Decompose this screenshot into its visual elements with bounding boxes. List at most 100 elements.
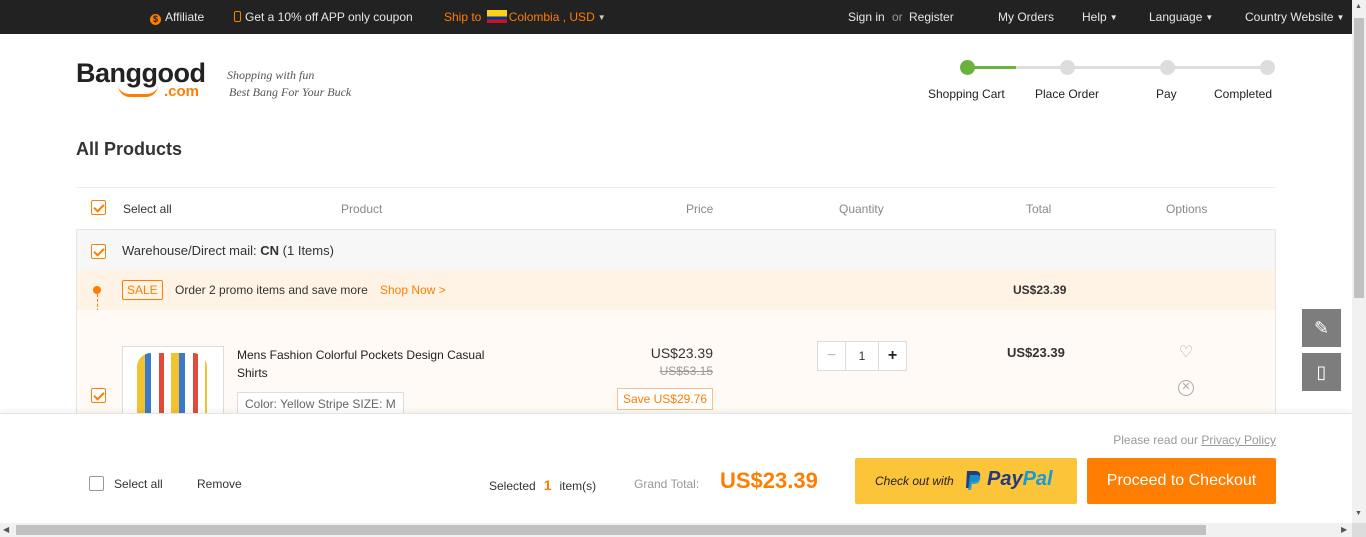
vertical-scrollbar-thumb[interactable] bbox=[1354, 18, 1364, 298]
grand-total-label: Grand Total: bbox=[634, 477, 700, 491]
checkout-bottom-bar: Please read our Privacy Policy Select al… bbox=[0, 413, 1352, 523]
step-label-completed: Completed bbox=[1214, 87, 1273, 101]
sale-badge: SALE bbox=[122, 280, 163, 300]
heart-icon[interactable]: ♡ bbox=[1177, 344, 1195, 362]
logo-domain: .com bbox=[164, 83, 200, 100]
privacy-prefix: Please read our bbox=[1113, 433, 1198, 447]
privacy-notice: Please read our Privacy Policy bbox=[1113, 433, 1276, 447]
selected-count-text: Selected 1 item(s) bbox=[489, 477, 596, 493]
column-price: Price bbox=[686, 202, 714, 216]
step-label-pay: Pay bbox=[1156, 87, 1177, 101]
warehouse-title: Warehouse/Direct mail: CN (1 Items) bbox=[122, 243, 334, 258]
step-dot-place-order bbox=[1060, 60, 1075, 75]
item-checkbox[interactable] bbox=[91, 388, 106, 403]
increase-quantity-button[interactable]: + bbox=[878, 342, 906, 370]
step-dot-completed bbox=[1260, 60, 1275, 75]
ship-to-selector[interactable]: Ship to Colombia , USD ▼ bbox=[444, 10, 606, 24]
vertical-scrollbar[interactable]: ▲ ▼ bbox=[1352, 0, 1366, 523]
or-separator: or bbox=[892, 10, 903, 24]
affiliate-link[interactable]: $ Affiliate bbox=[150, 10, 204, 25]
promo-amount: US$23.39 bbox=[1013, 283, 1067, 297]
promo-text: Order 2 promo items and save more bbox=[175, 283, 368, 297]
caret-down-icon: ▼ bbox=[1336, 13, 1345, 22]
promo-row: SALE Order 2 promo items and save more S… bbox=[77, 270, 1275, 310]
scroll-left-arrow-icon[interactable]: ◀ bbox=[3, 525, 9, 534]
warehouse-count: (1 Items) bbox=[282, 243, 334, 258]
column-options: Options bbox=[1166, 202, 1208, 216]
mobile-app-button[interactable]: ▯ bbox=[1302, 353, 1341, 391]
progress-line-active bbox=[968, 66, 1016, 69]
item-price: US$23.39 bbox=[650, 345, 713, 361]
sign-in-link[interactable]: Sign in bbox=[848, 10, 885, 24]
cart-item-row: Mens Fashion Colorful Pockets Design Cas… bbox=[77, 310, 1275, 426]
warehouse-label: Warehouse/Direct mail: bbox=[122, 243, 257, 258]
colombia-flag-icon bbox=[486, 10, 507, 23]
horizontal-scrollbar[interactable]: ◀ ▶ bbox=[0, 523, 1352, 537]
close-circle-icon[interactable]: ✕ bbox=[1178, 380, 1194, 396]
checkout-progress: Shopping Cart Place Order Pay Completed bbox=[925, 58, 1285, 108]
promo-dot-icon bbox=[93, 286, 101, 294]
caret-down-icon: ▼ bbox=[597, 13, 606, 22]
proceed-to-checkout-button[interactable]: Proceed to Checkout bbox=[1087, 458, 1276, 504]
tagline-line-2: Best Bang For Your Buck bbox=[229, 85, 352, 99]
paypal-word-pay: Pay bbox=[987, 468, 1023, 490]
select-all-checkbox[interactable] bbox=[91, 200, 106, 215]
paypal-icon bbox=[966, 471, 981, 490]
shop-now-link[interactable]: Shop Now > bbox=[380, 283, 446, 297]
selected-label: Selected bbox=[489, 479, 536, 493]
help-menu[interactable]: Help ▼ bbox=[1082, 10, 1118, 24]
feedback-button[interactable]: ✎ bbox=[1302, 309, 1341, 347]
select-all-label: Select all bbox=[123, 202, 172, 216]
caret-down-icon: ▼ bbox=[1205, 13, 1214, 22]
country-website-label: Country Website bbox=[1245, 10, 1334, 24]
item-save-badge: Save US$29.76 bbox=[616, 388, 713, 410]
country-website-menu[interactable]: Country Website ▼ bbox=[1245, 10, 1344, 24]
page-title: All Products bbox=[76, 139, 183, 159]
phone-icon bbox=[234, 11, 241, 22]
affiliate-label: Affiliate bbox=[165, 10, 205, 24]
step-label-place-order: Place Order bbox=[1035, 87, 1100, 101]
bottom-select-all-checkbox[interactable] bbox=[89, 476, 104, 491]
cart-table-header: Select all Product Price Quantity Total … bbox=[76, 187, 1276, 229]
my-orders-link[interactable]: My Orders bbox=[998, 10, 1054, 24]
help-label: Help bbox=[1082, 10, 1107, 24]
paypal-label: Check out with bbox=[875, 474, 954, 488]
decrease-quantity-button[interactable]: − bbox=[818, 342, 846, 370]
register-link[interactable]: Register bbox=[909, 10, 954, 24]
warehouse-checkbox[interactable] bbox=[91, 244, 106, 259]
scroll-down-arrow-icon[interactable]: ▼ bbox=[1355, 510, 1362, 517]
banggood-logo[interactable]: Banggood .com bbox=[76, 58, 226, 102]
caret-down-icon: ▼ bbox=[1109, 13, 1118, 22]
remove-button[interactable]: Remove bbox=[197, 477, 242, 491]
logo-smile-mark bbox=[118, 85, 158, 97]
app-coupon-label: Get a 10% off APP only coupon bbox=[245, 10, 413, 24]
product-name-link[interactable]: Mens Fashion Colorful Pockets Design Cas… bbox=[237, 346, 507, 382]
column-total: Total bbox=[1026, 202, 1052, 216]
selected-suffix: item(s) bbox=[559, 479, 597, 493]
grand-total-amount: US$23.39 bbox=[720, 468, 818, 493]
ship-to-value: Colombia , USD bbox=[508, 10, 595, 24]
horizontal-scrollbar-thumb[interactable] bbox=[16, 525, 1206, 535]
privacy-policy-link[interactable]: Privacy Policy bbox=[1201, 433, 1276, 447]
tagline-line-1: Shopping with fun bbox=[227, 68, 315, 82]
warehouse-header: Warehouse/Direct mail: CN (1 Items) bbox=[77, 230, 1275, 270]
column-product: Product bbox=[341, 202, 383, 216]
language-menu[interactable]: Language ▼ bbox=[1149, 10, 1213, 24]
app-coupon-link[interactable]: Get a 10% off APP only coupon bbox=[234, 10, 413, 24]
warehouse-code: CN bbox=[260, 243, 280, 258]
paypal-word-pal: Pal bbox=[1022, 468, 1053, 490]
item-total: US$23.39 bbox=[1007, 345, 1065, 360]
ship-to-label: Ship to bbox=[444, 10, 482, 24]
paypal-checkout-button[interactable]: Check out with PayPal bbox=[855, 458, 1077, 504]
quantity-stepper: − 1 + bbox=[817, 341, 907, 371]
scroll-right-arrow-icon[interactable]: ▶ bbox=[1341, 525, 1347, 534]
pencil-icon: ✎ bbox=[1313, 318, 1330, 338]
scroll-up-arrow-icon[interactable]: ▲ bbox=[1355, 3, 1362, 10]
quantity-input[interactable]: 1 bbox=[846, 342, 878, 370]
bottom-select-all-label[interactable]: Select all bbox=[114, 477, 163, 491]
paypal-wordmark: PayPal bbox=[987, 468, 1053, 491]
warehouse-group: Warehouse/Direct mail: CN (1 Items) SALE… bbox=[76, 229, 1276, 426]
mobile-phone-icon: ▯ bbox=[1316, 362, 1327, 382]
dollar-icon: $ bbox=[150, 14, 161, 25]
top-bar: $ Affiliate Get a 10% off APP only coupon… bbox=[0, 0, 1366, 34]
